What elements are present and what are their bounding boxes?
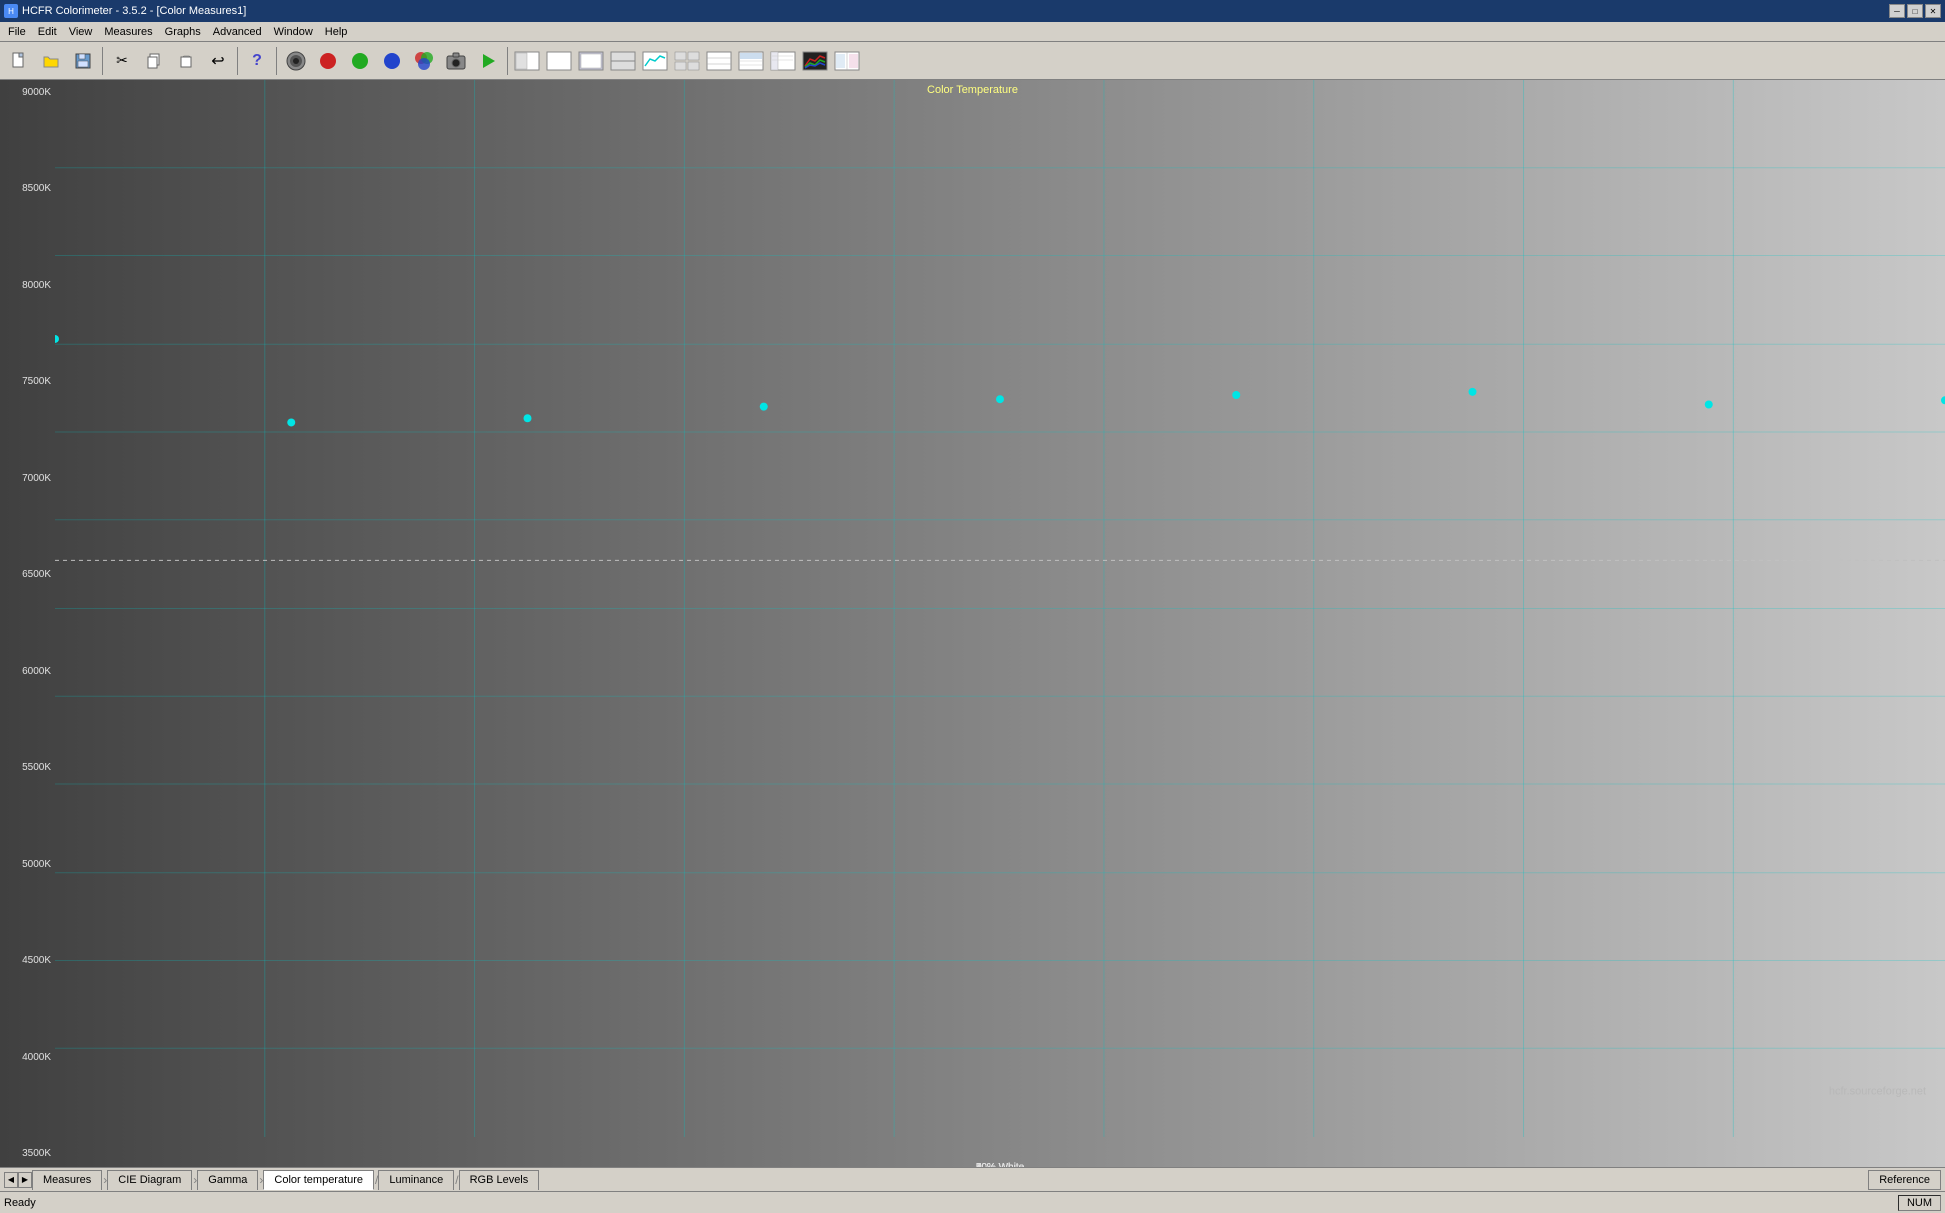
num-indicator: NUM [1898, 1195, 1941, 1211]
status-ready: Ready [4, 1197, 1890, 1209]
open-button[interactable] [36, 46, 66, 76]
view-btn-8[interactable] [736, 46, 766, 76]
view-btn-1[interactable] [512, 46, 542, 76]
tab-prev-btn[interactable]: ◀ [4, 1172, 18, 1188]
y-label-4000: 4000K [0, 1053, 55, 1063]
chart-area: Color Temperature 9000K 8500K 8000K 7500… [0, 80, 1945, 1167]
y-label-5000: 5000K [0, 860, 55, 870]
y-label-7000: 7000K [0, 474, 55, 484]
tab-cie-diagram[interactable]: CIE Diagram [107, 1170, 192, 1190]
menu-graphs[interactable]: Graphs [159, 24, 207, 40]
menu-file[interactable]: File [2, 24, 32, 40]
app-icon: H [4, 4, 18, 18]
y-label-5500: 5500K [0, 763, 55, 773]
window-title: HCFR Colorimeter - 3.5.2 - [Color Measur… [22, 5, 246, 17]
new-button[interactable] [4, 46, 34, 76]
menu-bar: File Edit View Measures Graphs Advanced … [0, 22, 1945, 42]
toolbar-sep-2 [237, 47, 238, 75]
y-label-3500: 3500K [0, 1149, 55, 1159]
y-label-9000: 9000K [0, 88, 55, 98]
toolbar: ✂ ↩ ? [0, 42, 1945, 80]
color-red-btn[interactable] [313, 46, 343, 76]
view-btn-4[interactable] [608, 46, 638, 76]
close-button[interactable]: ✕ [1925, 4, 1941, 18]
y-label-8500: 8500K [0, 184, 55, 194]
view-btn-11[interactable] [832, 46, 862, 76]
menu-advanced[interactable]: Advanced [207, 24, 268, 40]
paste-button[interactable] [171, 46, 201, 76]
help-button[interactable]: ? [242, 46, 272, 76]
view-btn-6[interactable] [672, 46, 702, 76]
cut-button[interactable]: ✂ [107, 46, 137, 76]
tab-luminance[interactable]: Luminance [378, 1170, 454, 1190]
tabs-bar: ◀ ▶ Measures › CIE Diagram › Gamma › Col… [0, 1167, 1945, 1191]
toolbar-sep-3 [276, 47, 277, 75]
tab-color-temperature[interactable]: Color temperature [263, 1170, 374, 1190]
tabs-right: Reference [1868, 1170, 1941, 1190]
menu-window[interactable]: Window [268, 24, 319, 40]
undo-button[interactable]: ↩ [203, 46, 233, 76]
status-bar: Ready NUM [0, 1191, 1945, 1213]
menu-help[interactable]: Help [319, 24, 354, 40]
title-bar: H HCFR Colorimeter - 3.5.2 - [Color Meas… [0, 0, 1945, 22]
view-btn-2[interactable] [544, 46, 574, 76]
y-label-6500: 6500K [0, 570, 55, 580]
color-green-btn[interactable] [345, 46, 375, 76]
copy-button[interactable] [139, 46, 169, 76]
x-label-90: 90% White [976, 1162, 1024, 1167]
y-label-7500: 7500K [0, 377, 55, 387]
y-label-4500: 4500K [0, 956, 55, 966]
color-blue-btn[interactable] [377, 46, 407, 76]
view-btn-3[interactable] [576, 46, 606, 76]
watermark: hcfr.sourceforge.net [1829, 1086, 1926, 1098]
color-all-btn[interactable] [409, 46, 439, 76]
y-label-8000: 8000K [0, 281, 55, 291]
chart-svg: hcfr.sourceforge.net [55, 80, 1945, 1137]
save-button[interactable] [68, 46, 98, 76]
tab-gamma[interactable]: Gamma [197, 1170, 258, 1190]
view-btn-9[interactable] [768, 46, 798, 76]
toolbar-sep-1 [102, 47, 103, 75]
menu-measures[interactable]: Measures [98, 24, 158, 40]
y-label-6000: 6000K [0, 667, 55, 677]
tab-measures[interactable]: Measures [32, 1170, 102, 1190]
play-btn[interactable] [473, 46, 503, 76]
toolbar-sep-4 [507, 47, 508, 75]
menu-edit[interactable]: Edit [32, 24, 63, 40]
view-btn-5[interactable] [640, 46, 670, 76]
colorimeter-btn[interactable] [281, 46, 311, 76]
view-btn-7[interactable] [704, 46, 734, 76]
minimize-button[interactable]: ─ [1889, 4, 1905, 18]
main-content: Color Temperature 9000K 8500K 8000K 7500… [0, 80, 1945, 1167]
menu-view[interactable]: View [63, 24, 99, 40]
camera-btn[interactable] [441, 46, 471, 76]
tab-rgb-levels[interactable]: RGB Levels [459, 1170, 540, 1190]
reference-tab[interactable]: Reference [1868, 1170, 1941, 1190]
y-axis: 9000K 8500K 8000K 7500K 7000K 6500K 6000… [0, 80, 55, 1167]
tab-next-btn[interactable]: ▶ [18, 1172, 32, 1188]
view-btn-10[interactable] [800, 46, 830, 76]
chart-title: Color Temperature [927, 84, 1018, 96]
maximize-button[interactable]: □ [1907, 4, 1923, 18]
window-controls: ─ □ ✕ [1889, 4, 1941, 18]
